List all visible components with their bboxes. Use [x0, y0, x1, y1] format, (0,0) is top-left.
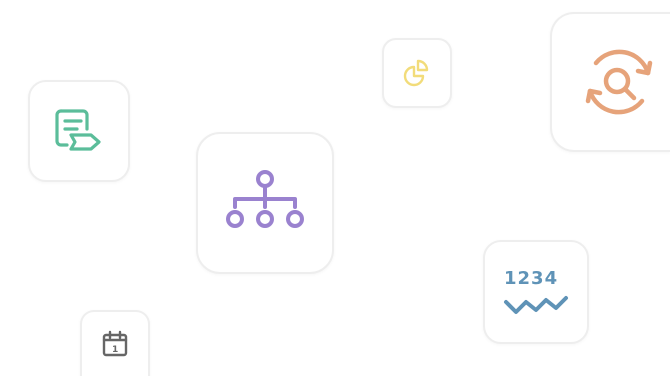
search-refresh-tile[interactable] — [550, 12, 670, 152]
chart-pie-icon — [403, 59, 429, 87]
number-sequence-icon: 1234 — [504, 268, 568, 314]
hierarchy-icon — [226, 170, 304, 228]
document-tag-tile[interactable] — [28, 80, 130, 182]
calendar-tile[interactable]: 1 — [80, 310, 150, 376]
calendar-icon: 1 — [102, 330, 128, 357]
calendar-day-label: 1 — [112, 345, 118, 355]
number-sequence-tile[interactable]: 1234 — [483, 240, 589, 344]
hierarchy-tile[interactable] — [196, 132, 334, 274]
document-tag-icon — [55, 109, 101, 151]
chart-pie-tile[interactable] — [382, 38, 452, 108]
search-refresh-icon — [585, 49, 653, 115]
number-sequence-label: 1234 — [504, 268, 558, 289]
